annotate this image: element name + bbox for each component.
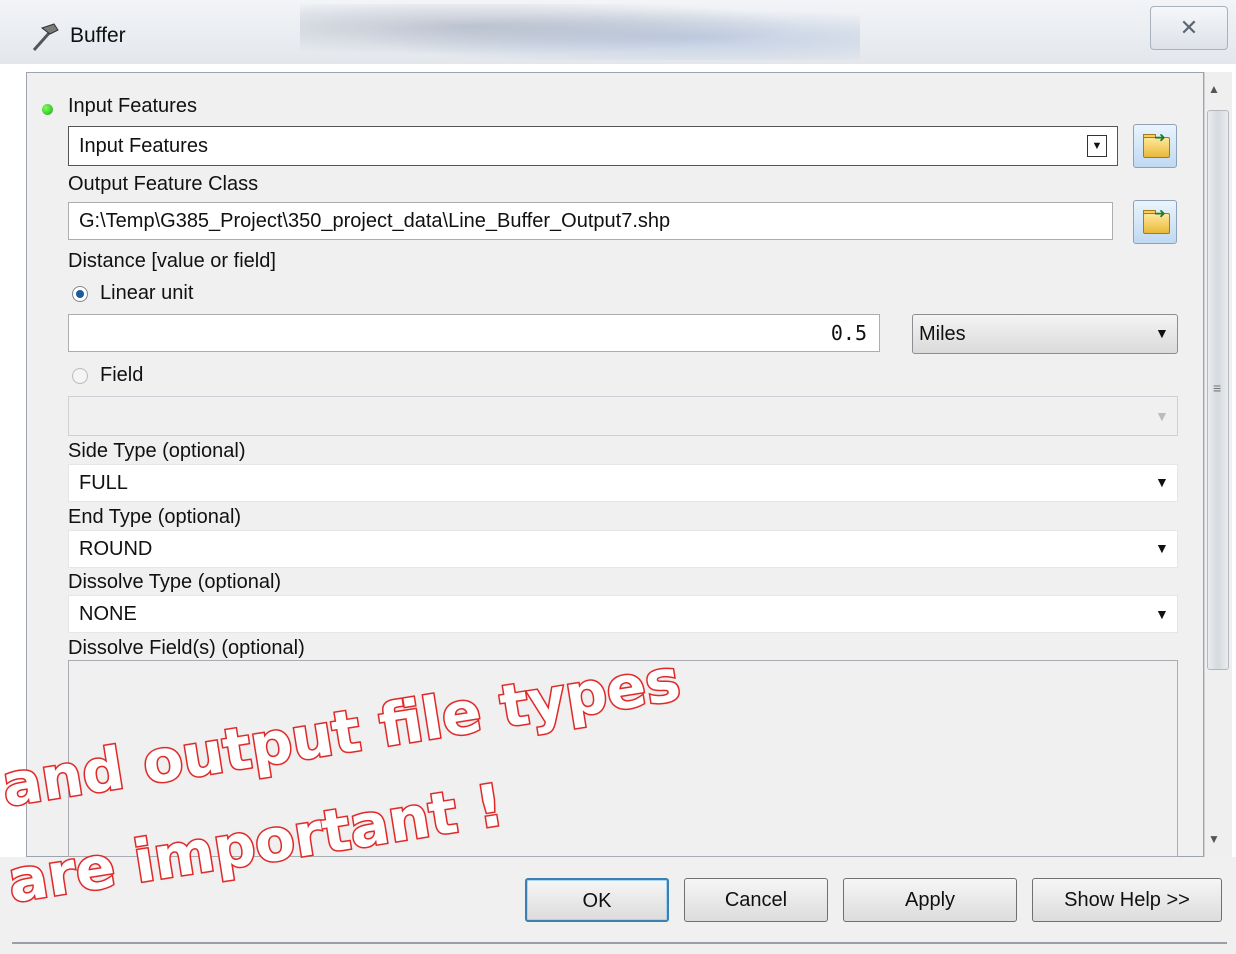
scroll-grip-icon: ≡	[1213, 380, 1222, 396]
ok-button[interactable]: OK	[525, 878, 669, 922]
required-indicator-icon	[42, 104, 53, 115]
distance-field-select[interactable]	[68, 396, 1178, 436]
dissolve-type-select[interactable]: NONE	[68, 595, 1178, 633]
linear-unit-value: 0.5	[830, 321, 867, 345]
blurred-background	[300, 4, 860, 60]
chevron-down-icon: ▼	[1155, 408, 1169, 424]
field-label: Field	[100, 364, 144, 386]
divider	[12, 942, 1227, 944]
chevron-down-icon: ▼	[1155, 540, 1169, 556]
chevron-down-icon: ▼	[1155, 474, 1169, 490]
chevron-down-icon: ▼	[1155, 325, 1169, 341]
scroll-down-icon[interactable]: ▼	[1208, 832, 1220, 846]
chevron-down-icon: ▼	[1155, 606, 1169, 622]
end-type-select[interactable]: ROUND	[68, 530, 1178, 568]
browse-output-button[interactable]: ➜	[1133, 200, 1177, 244]
chevron-down-icon[interactable]: ▼	[1087, 135, 1107, 157]
linear-unit-label: Linear unit	[100, 282, 194, 304]
input-features-combobox[interactable]: Input Features	[68, 126, 1118, 166]
output-feature-class-value: G:\Temp\G385_Project\350_project_data\Li…	[79, 209, 671, 232]
dissolve-fields-label: Dissolve Field(s) (optional)	[68, 637, 305, 659]
end-type-label: End Type (optional)	[68, 506, 242, 528]
dissolve-type-value: NONE	[79, 602, 137, 625]
field-radio[interactable]	[72, 368, 88, 384]
unit-select-value: Miles	[919, 322, 966, 345]
side-type-label: Side Type (optional)	[68, 440, 246, 462]
dissolve-type-label: Dissolve Type (optional)	[68, 571, 282, 593]
output-feature-class-label: Output Feature Class	[68, 173, 259, 195]
unit-select[interactable]: Miles	[912, 314, 1178, 354]
apply-button[interactable]: Apply	[843, 878, 1017, 922]
cancel-button[interactable]: Cancel	[684, 878, 828, 922]
linear-unit-value-input[interactable]: 0.5	[68, 314, 880, 352]
distance-label: Distance [value or field]	[68, 250, 276, 272]
show-help-button[interactable]: Show Help >>	[1032, 878, 1222, 922]
browse-input-button[interactable]: ➜	[1133, 124, 1177, 168]
side-type-value: FULL	[79, 471, 128, 494]
output-feature-class-input[interactable]: G:\Temp\G385_Project\350_project_data\Li…	[68, 202, 1113, 240]
end-type-value: ROUND	[79, 537, 153, 560]
window-title: Buffer	[70, 24, 126, 47]
input-features-label: Input Features	[68, 95, 197, 117]
close-button[interactable]: ✕	[1150, 6, 1228, 50]
linear-unit-radio[interactable]	[72, 286, 88, 302]
scroll-up-icon[interactable]: ▲	[1208, 82, 1220, 96]
input-features-value: Input Features	[79, 134, 208, 157]
side-type-select[interactable]: FULL	[68, 464, 1178, 502]
hammer-icon	[32, 23, 59, 51]
close-icon: ✕	[1179, 15, 1199, 40]
